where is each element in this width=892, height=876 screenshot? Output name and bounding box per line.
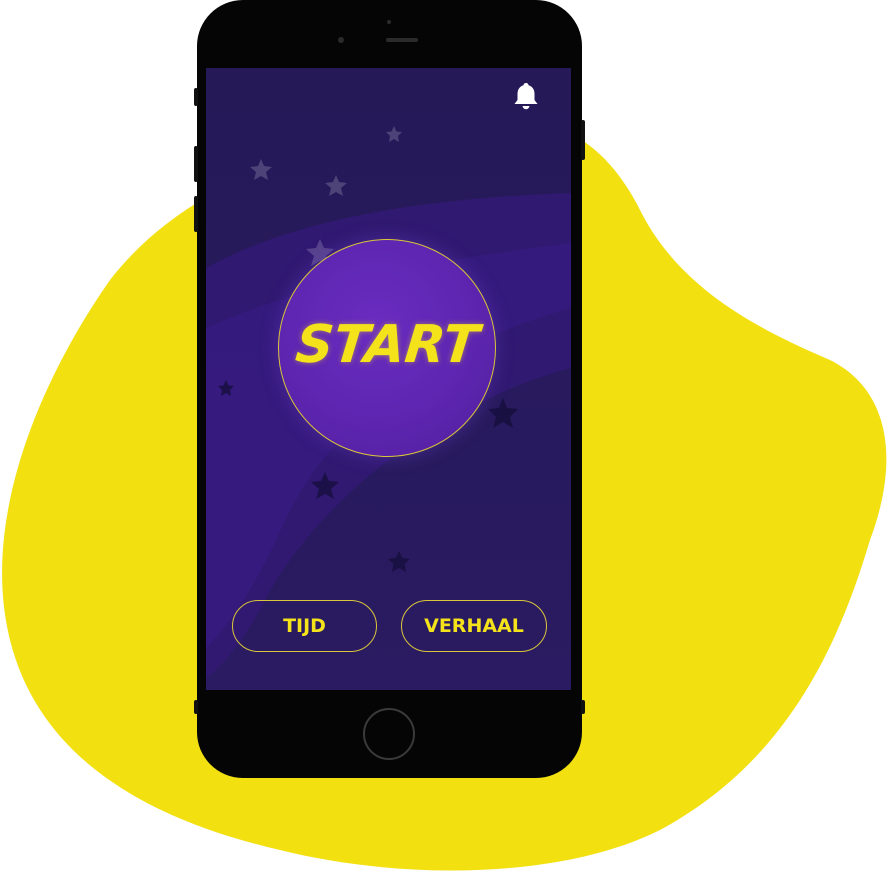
home-button[interactable] — [363, 708, 415, 760]
app-screen: START TIJD VERHAAL — [206, 68, 571, 690]
mockup-stage: START TIJD VERHAAL — [0, 0, 892, 876]
verhaal-button-label: VERHAAL — [424, 615, 524, 637]
mute-switch — [194, 88, 198, 106]
start-button[interactable]: START — [278, 239, 496, 457]
bell-icon[interactable] — [512, 81, 540, 111]
earpiece-speaker — [386, 38, 418, 42]
volume-down-button — [194, 196, 198, 232]
tijd-button-label: TIJD — [283, 615, 326, 637]
start-button-label: START — [292, 315, 482, 375]
volume-up-button — [194, 146, 198, 182]
front-camera — [338, 37, 344, 43]
proximity-sensor — [387, 20, 391, 24]
tijd-button[interactable]: TIJD — [232, 600, 377, 652]
lower-left-edge — [194, 700, 198, 714]
power-button — [581, 120, 585, 160]
verhaal-button[interactable]: VERHAAL — [401, 600, 547, 652]
lower-right-edge — [581, 700, 585, 714]
phone-frame: START TIJD VERHAAL — [194, 0, 585, 778]
